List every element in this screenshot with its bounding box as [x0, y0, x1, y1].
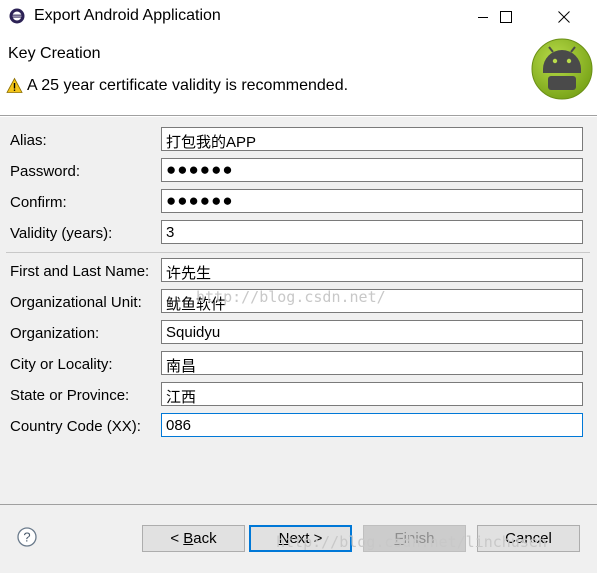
- finish-button[interactable]: Finish: [363, 525, 466, 552]
- country-label: Country Code (XX):: [10, 418, 141, 435]
- window-titlebar: Export Android Application: [0, 0, 597, 33]
- org-unit-input[interactable]: 鱿鱼软件: [161, 289, 583, 313]
- next-button[interactable]: Next >: [249, 525, 352, 552]
- back-button-label: ack: [193, 530, 217, 547]
- validity-input[interactable]: 3: [161, 220, 583, 244]
- confirm-password-input[interactable]: ●●●●●●: [161, 189, 583, 213]
- confirm-label: Confirm:: [10, 194, 67, 211]
- back-button[interactable]: < Back: [142, 525, 245, 552]
- validity-label: Validity (years):: [10, 225, 113, 242]
- alias-label: Alias:: [10, 132, 47, 149]
- eclipse-app-icon: [9, 8, 25, 24]
- name-label: First and Last Name:: [10, 263, 150, 280]
- android-logo: [531, 38, 593, 100]
- close-icon: [558, 10, 570, 23]
- wizard-header: Key Creation A 25 year certificate valid…: [0, 33, 597, 113]
- password-label: Password:: [10, 163, 81, 180]
- organization-label: Organization:: [10, 325, 100, 342]
- state-input[interactable]: 江西: [161, 382, 583, 406]
- country-code-input[interactable]: 086: [161, 413, 583, 437]
- help-icon[interactable]: ?: [17, 527, 37, 547]
- organization-input[interactable]: Squidyu: [161, 320, 583, 344]
- password-input[interactable]: ●●●●●●: [161, 158, 583, 182]
- finish-button-label: inish: [403, 530, 435, 547]
- city-label: City or Locality:: [10, 356, 113, 373]
- name-input[interactable]: 许先生: [161, 258, 583, 282]
- org-unit-label: Organizational Unit:: [10, 294, 142, 311]
- window-title: Export Android Application: [34, 7, 221, 24]
- state-label: State or Province:: [10, 387, 130, 404]
- maximize-icon: [500, 10, 512, 23]
- next-button-mnemonic: N: [278, 530, 290, 547]
- next-button-label: ext >: [289, 530, 323, 547]
- page-title: Key Creation: [8, 45, 101, 62]
- wizard-footer: ? < Back Next > Finish Cancel http://blo…: [0, 505, 597, 573]
- cancel-button[interactable]: Cancel: [477, 525, 580, 552]
- svg-text:?: ?: [23, 530, 30, 545]
- alias-input[interactable]: 打包我的APP: [161, 127, 583, 151]
- header-message: A 25 year certificate validity is recomm…: [27, 77, 349, 94]
- back-button-prefix: <: [170, 530, 184, 547]
- form-divider: [6, 252, 590, 253]
- back-button-mnemonic: B: [183, 530, 194, 547]
- key-creation-form: Alias: 打包我的APP Password: ●●●●●● Confirm:…: [0, 117, 597, 504]
- warning-icon: [6, 77, 23, 93]
- maximize-button[interactable]: [483, 0, 529, 33]
- finish-button-mnemonic: F: [394, 530, 404, 547]
- city-input[interactable]: 南昌: [161, 351, 583, 375]
- close-button[interactable]: [541, 0, 587, 33]
